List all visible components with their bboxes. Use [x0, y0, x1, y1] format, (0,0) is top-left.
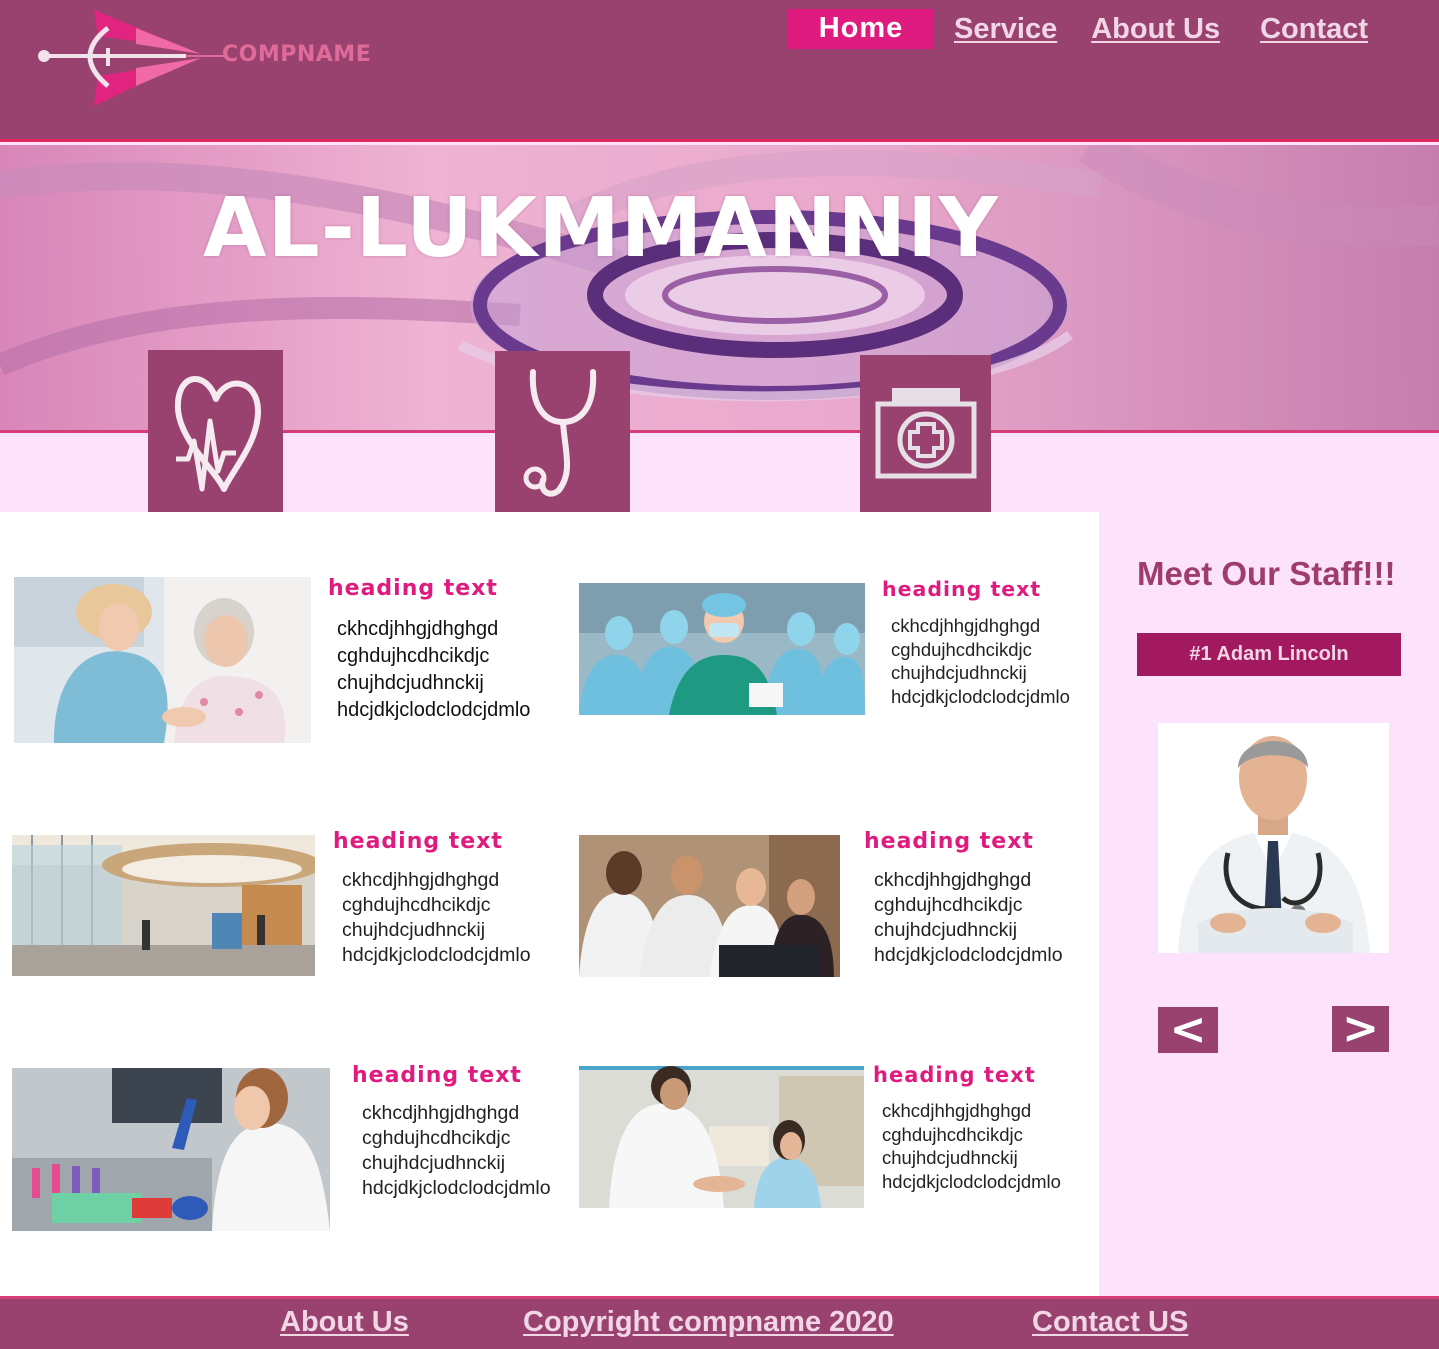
nurse-with-patient-photo	[14, 577, 311, 743]
stethoscope-icon	[523, 368, 596, 497]
staff-next-button[interactable]: >	[1332, 1006, 1389, 1052]
nav-service[interactable]: Service	[954, 13, 1057, 46]
heart-pulse-icon	[174, 376, 261, 492]
footer-about-link[interactable]: About Us	[280, 1306, 409, 1339]
card-5-line-2: cghdujhcdhcikdjc	[362, 1127, 511, 1149]
doctors-at-computer-photo	[579, 835, 840, 977]
card-6-line-2: cghdujhcdhcikdjc	[882, 1123, 1023, 1145]
card-6-image[interactable]	[579, 1066, 864, 1208]
card-1-line-2: cghdujhcdhcikdjc	[337, 645, 490, 667]
logo[interactable]: COMPNAME	[36, 8, 396, 108]
card-1-heading: heading text	[328, 576, 498, 601]
staff-name-badge: #1 Adam Lincoln	[1137, 633, 1401, 676]
card-4-image[interactable]	[579, 835, 840, 977]
footer-contact-link[interactable]: Contact US	[1032, 1306, 1188, 1339]
card-3-heading: heading text	[333, 829, 503, 854]
card-1-line-4: hdcjdkjclodclodcjdmlo	[337, 699, 531, 721]
card-3-line-1: ckhcdjhhgjdhghgd	[342, 869, 500, 891]
card-5-line-4: hdcjdkjclodclodcjdmlo	[362, 1177, 551, 1199]
card-2-line-1: ckhcdjhhgjdhghgd	[891, 615, 1041, 636]
brand-name: COMPNAME	[222, 42, 372, 67]
site-header: COMPNAME Home Service About Us Contact	[0, 0, 1439, 142]
hero-title: AL-LUKMMANNIY	[203, 181, 1000, 276]
card-3-image[interactable]	[12, 835, 315, 976]
staff-prev-button[interactable]: <	[1158, 1007, 1218, 1053]
lab-researcher-photo	[12, 1068, 330, 1231]
nav-home[interactable]: Home	[788, 9, 934, 49]
staff-photo	[1158, 723, 1389, 953]
card-1-image[interactable]	[14, 577, 311, 743]
nav-about-us[interactable]: About Us	[1091, 13, 1220, 46]
card-4-text: ckhcdjhhgjdhghgd cghdujhcdhcikdjc chujhd…	[874, 868, 1063, 968]
card-6-line-4: hdcjdkjclodclodcjdmlo	[882, 1170, 1061, 1192]
card-2-line-2: cghdujhcdhcikdjc	[891, 638, 1032, 660]
card-2-line-4: hdcjdkjclodclodcjdmlo	[891, 685, 1070, 707]
card-6-heading: heading text	[873, 1063, 1036, 1087]
card-1-line-1: ckhcdjhhgjdhghgd	[337, 618, 499, 640]
card-3-line-4: hdcjdkjclodclodcjdmlo	[342, 944, 531, 966]
card-4-line-1: ckhcdjhhgjdhghgd	[874, 869, 1032, 891]
card-5-heading: heading text	[352, 1063, 522, 1088]
card-3-line-2: cghdujhcdhcikdjc	[342, 894, 491, 916]
chevron-right-icon: >	[1342, 1003, 1379, 1054]
chevron-left-icon: <	[1169, 1004, 1207, 1055]
arrow-logo-icon	[38, 10, 224, 106]
card-5-line-1: ckhcdjhhgjdhghgd	[362, 1102, 520, 1124]
card-6-text: ckhcdjhhgjdhghgd cghdujhcdhcikdjc chujhd…	[882, 1099, 1061, 1193]
card-5-text: ckhcdjhhgjdhghgd cghdujhcdhcikdjc chujhd…	[362, 1101, 551, 1201]
feature-stethoscope-box[interactable]	[495, 351, 630, 512]
hospital-lobby-photo	[12, 835, 315, 976]
card-6-line-1: ckhcdjhhgjdhghgd	[882, 1100, 1032, 1121]
card-2-image[interactable]	[579, 583, 865, 715]
card-2-text: ckhcdjhhgjdhghgd cghdujhcdhcikdjc chujhd…	[891, 614, 1070, 708]
card-5-image[interactable]	[12, 1068, 330, 1231]
feature-heart-box[interactable]	[148, 350, 283, 512]
main-nav: Home Service About Us Contact	[788, 9, 1368, 49]
footer-copyright[interactable]: Copyright compname 2020	[523, 1306, 894, 1339]
card-3-text: ckhcdjhhgjdhghgd cghdujhcdhcikdjc chujhd…	[342, 868, 531, 968]
surgical-team-photo	[579, 583, 865, 715]
doctor-with-child-photo	[579, 1066, 864, 1208]
card-4-line-2: cghdujhcdhcikdjc	[874, 894, 1023, 916]
nav-contact[interactable]: Contact	[1260, 13, 1368, 46]
card-2-heading: heading text	[882, 577, 1042, 601]
card-1-text: ckhcdjhhgjdhghgd cghdujhcdhcikdjc chujhd…	[337, 616, 530, 724]
medical-kit-icon	[875, 387, 976, 478]
card-6-line-3: chujhdcjudhnckij	[882, 1147, 1018, 1168]
card-2-line-3: chujhdcjudhnckij	[891, 662, 1027, 683]
card-1-line-3: chujhdcjudhnckij	[337, 672, 484, 694]
site-footer: About Us Copyright compname 2020 Contact…	[0, 1296, 1439, 1349]
card-4-line-4: hdcjdkjclodclodcjdmlo	[874, 944, 1063, 966]
feature-medkit-box[interactable]	[860, 355, 991, 512]
card-4-heading: heading text	[864, 829, 1034, 854]
card-3-line-3: chujhdcjudhnckij	[342, 919, 486, 941]
staff-section-title: Meet Our Staff!!!	[1137, 555, 1396, 592]
card-5-line-3: chujhdcjudhnckij	[362, 1152, 506, 1174]
card-4-line-3: chujhdcjudhnckij	[874, 919, 1018, 941]
doctor-portrait-photo	[1158, 723, 1389, 953]
